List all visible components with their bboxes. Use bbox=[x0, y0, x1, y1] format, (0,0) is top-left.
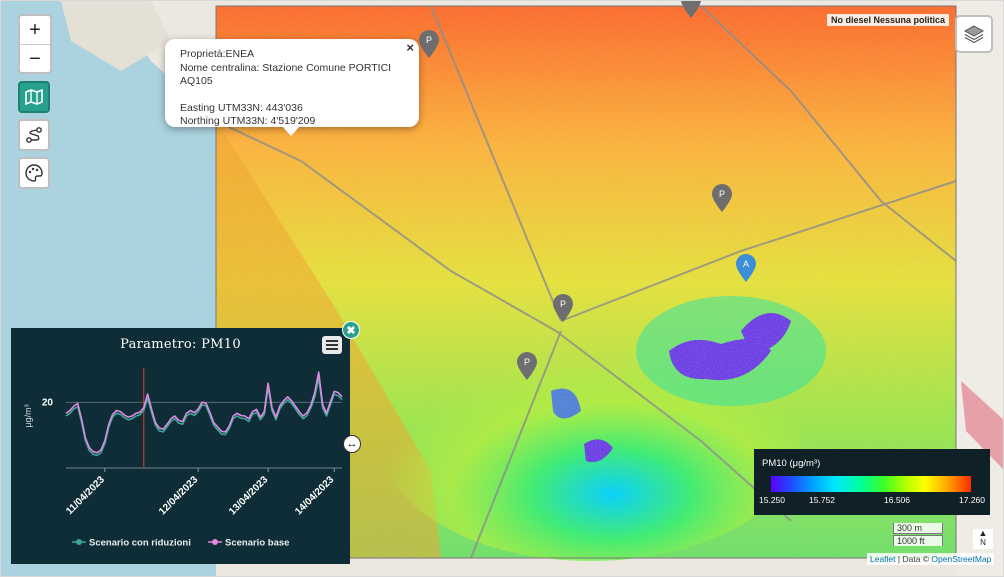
legend-tick: 15.752 bbox=[809, 495, 835, 505]
panel-close-button[interactable]: ✖ bbox=[342, 321, 360, 339]
attribution: Leaflet | Data © OpenStreetMap bbox=[867, 553, 995, 565]
zoom-in-button[interactable]: + bbox=[20, 16, 50, 45]
station-marker[interactable]: P bbox=[418, 29, 440, 59]
osm-link[interactable]: OpenStreetMap bbox=[931, 554, 991, 564]
attribution-sep: | Data © bbox=[895, 554, 932, 564]
legend-tick: 16.506 bbox=[884, 495, 910, 505]
y-axis-label: μg/m³ bbox=[23, 404, 33, 427]
station-marker[interactable]: P bbox=[711, 183, 733, 213]
leaflet-link[interactable]: Leaflet bbox=[870, 554, 896, 564]
map-icon bbox=[25, 88, 43, 106]
chart-panel: Parametro: PM10 μg/m³ 20 11/04/2023 12/04… bbox=[11, 328, 350, 564]
marker-label: P bbox=[524, 357, 530, 367]
chart-legend: Scenario con riduzioni Scenario base bbox=[72, 538, 289, 549]
zoom-control: + − bbox=[18, 14, 52, 74]
series-line-base[interactable] bbox=[65, 371, 343, 454]
x-tick-label: 12/04/2023 bbox=[157, 474, 200, 517]
legend-base[interactable]: Scenario base bbox=[225, 538, 289, 549]
legend-colorbar bbox=[771, 476, 971, 492]
y-tick-label: 20 bbox=[42, 397, 54, 408]
popup-tip bbox=[282, 126, 300, 136]
north-label: N bbox=[980, 538, 986, 547]
station-marker[interactable] bbox=[680, 0, 702, 19]
legend-tick: 17.260 bbox=[959, 495, 985, 505]
map-view[interactable]: P P A P P + − No diesel Nessuna politica… bbox=[0, 0, 1004, 577]
legend-marker-base bbox=[212, 539, 218, 545]
color-legend: PM10 (μg/m³) 15.250 15.752 16.506 17.260 bbox=[754, 449, 990, 515]
popup-station-name: Nome centralina: Stazione Comune PORTICI… bbox=[180, 61, 392, 88]
layers-icon bbox=[963, 25, 985, 44]
route-icon bbox=[26, 127, 42, 143]
panel-resize-handle[interactable]: ↔ bbox=[343, 435, 361, 453]
x-tick-label: 13/04/2023 bbox=[227, 474, 270, 517]
series-line-reduced[interactable] bbox=[65, 376, 343, 457]
scale-imperial: 1000 ft bbox=[893, 535, 943, 546]
scenario-label: No diesel Nessuna politica bbox=[827, 14, 950, 26]
station-marker[interactable]: P bbox=[552, 293, 574, 323]
station-popup: × Proprietà:ENEA Nome centralina: Stazio… bbox=[165, 39, 419, 127]
marker-label: A bbox=[743, 259, 749, 269]
legend-reduced[interactable]: Scenario con riduzioni bbox=[89, 538, 191, 549]
marker-label: P bbox=[560, 299, 566, 309]
popup-close-button[interactable]: × bbox=[406, 41, 414, 55]
legend-title: PM10 (μg/m³) bbox=[762, 458, 821, 469]
route-tool-button[interactable] bbox=[18, 119, 50, 151]
marker-pin-shape bbox=[681, 1, 701, 18]
legend-marker-reduced bbox=[76, 539, 82, 545]
marker-label: P bbox=[719, 189, 725, 199]
north-arrow-icon: ▲ bbox=[978, 528, 988, 538]
popup-owner: Proprietà:ENEA bbox=[180, 48, 255, 60]
scale-metric: 300 m bbox=[893, 523, 943, 534]
palette-icon bbox=[25, 164, 43, 182]
station-marker[interactable]: A bbox=[735, 253, 757, 283]
zoom-out-button[interactable]: − bbox=[20, 45, 50, 73]
marker-label: P bbox=[426, 35, 432, 45]
legend-tick: 15.250 bbox=[759, 495, 785, 505]
pm10-chart: μg/m³ 20 11/04/2023 12/04/2023 13/04/2023 1… bbox=[23, 368, 343, 549]
x-tick-label: 11/04/2023 bbox=[64, 474, 107, 517]
popup-easting: Easting UTM33N: 443'036 bbox=[180, 101, 303, 114]
map-tool-button[interactable] bbox=[18, 81, 50, 113]
station-marker[interactable]: P bbox=[516, 351, 538, 381]
north-arrow: ▲ N bbox=[973, 529, 993, 549]
x-tick-label: 14/04/2023 bbox=[293, 474, 336, 517]
palette-tool-button[interactable] bbox=[18, 157, 50, 189]
layers-button[interactable] bbox=[955, 15, 993, 53]
